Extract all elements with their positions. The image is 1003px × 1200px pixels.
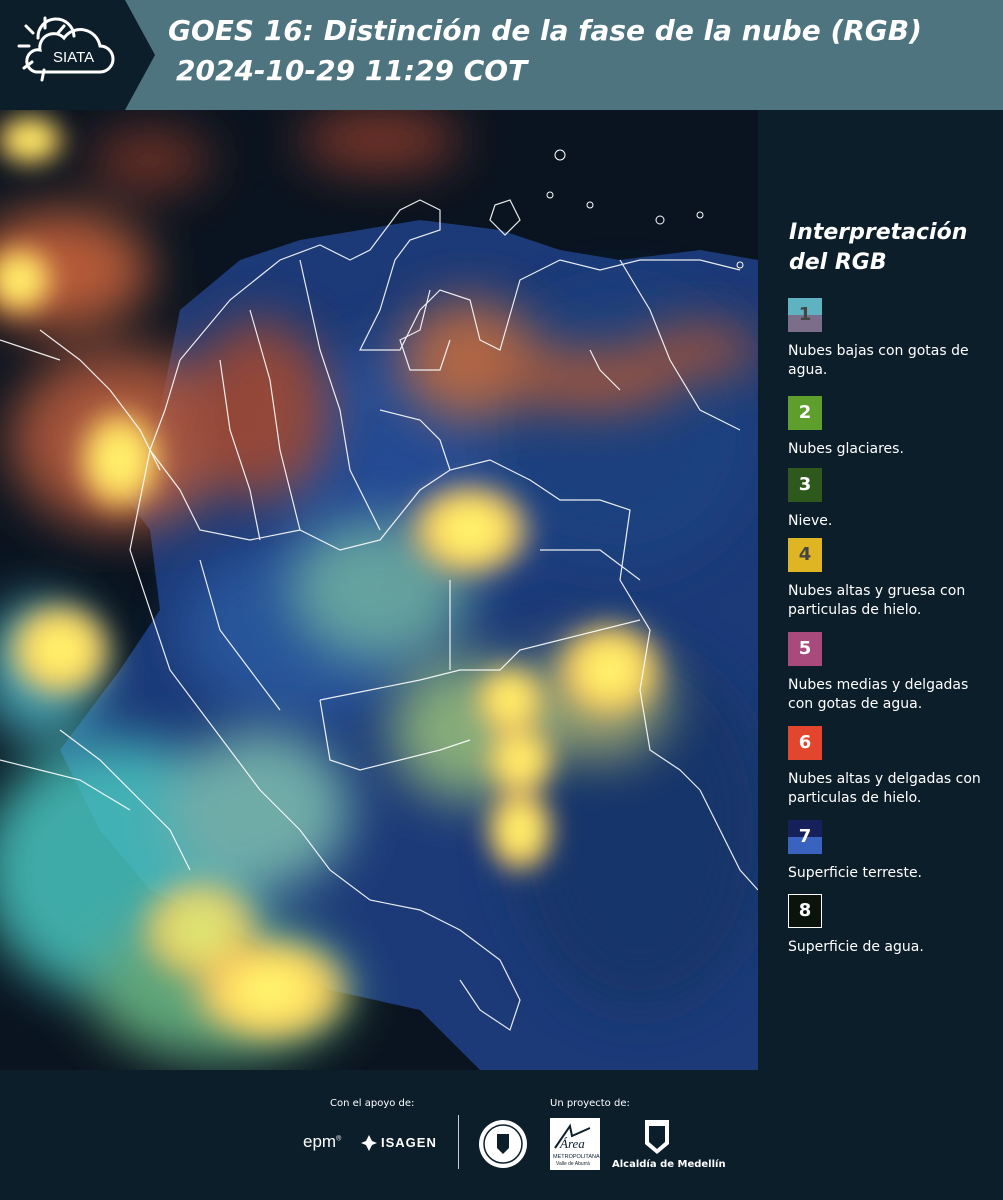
alcaldia-label: Alcaldía de Medellín	[612, 1159, 726, 1170]
header-bar: SIATA GOES 16: Distinción de la fase de …	[0, 0, 1003, 110]
seal-logo	[479, 1120, 527, 1168]
legend-item-1: 1 Nubes bajas con gotas de agua.	[788, 298, 988, 380]
legend-item-8: 8 Superficie de agua.	[788, 894, 988, 957]
legend-label-7: Superficie terreste.	[788, 865, 923, 881]
legend-item-5: 5 Nubes medias y delgadas con gotas de a…	[788, 632, 988, 714]
legend-swatch-8: 8	[788, 894, 822, 928]
legend-label-5: Nubes medias y delgadas con gotas de agu…	[788, 677, 969, 712]
legend-item-2: 2 Nubes glaciares.	[788, 396, 988, 459]
page-title: GOES 16: Distinción de la fase de la nub…	[168, 14, 922, 47]
legend-label-4: Nubes altas y gruesa con particulas de h…	[788, 583, 966, 618]
legend-swatch-3: 3	[788, 468, 822, 502]
legend-label-6: Nubes altas y delgadas con particulas de…	[788, 771, 981, 806]
legend-swatch-1: 1	[788, 298, 822, 332]
legend-swatch-4: 4	[788, 538, 822, 572]
legend-item-6: 6 Nubes altas y delgadas con particulas …	[788, 726, 988, 808]
legend-item-7: 7 Superficie terreste.	[788, 820, 988, 883]
footer: Con el apoyo de: Un proyecto de: epm® IS…	[0, 1070, 1003, 1200]
legend-title: Interpretación del RGB	[789, 218, 967, 278]
area-metropolitana-logo: Área METROPOLITANA Valle de Aburrá	[550, 1118, 600, 1170]
project-label: Un proyecto de:	[550, 1098, 630, 1109]
footer-divider	[458, 1115, 459, 1169]
legend-label-2: Nubes glaciares.	[788, 441, 904, 457]
legend-title-line2: del RGB	[789, 250, 887, 275]
legend-label-1: Nubes bajas con gotas de agua.	[788, 343, 969, 378]
page-timestamp: 2024-10-29 11:29 COT	[176, 54, 528, 87]
svg-text:Área: Área	[559, 1136, 585, 1151]
alcaldia-shield-icon	[645, 1120, 669, 1154]
legend-item-4: 4 Nubes altas y gruesa con particulas de…	[788, 538, 988, 620]
legend-label-8: Superficie de agua.	[788, 939, 924, 955]
legend-title-line1: Interpretación	[789, 220, 968, 245]
legend-swatch-5: 5	[788, 632, 822, 666]
legend-swatch-2: 2	[788, 396, 822, 430]
satellite-map	[0, 110, 758, 1070]
legend-swatch-6: 6	[788, 726, 822, 760]
isagen-logo: ISAGEN	[381, 1135, 437, 1150]
svg-text:METROPOLITANA: METROPOLITANA	[553, 1154, 600, 1160]
legend-panel: Interpretación del RGB 1 Nubes bajas con…	[758, 110, 1003, 1070]
satellite-image	[0, 110, 758, 1070]
legend-item-3: 3 Nieve.	[788, 468, 988, 531]
siata-logo: SIATA	[0, 0, 155, 110]
isagen-logo-icon	[361, 1135, 377, 1151]
epm-logo: epm®	[303, 1132, 342, 1151]
support-label: Con el apoyo de:	[330, 1098, 415, 1109]
siata-logo-text: SIATA	[53, 49, 94, 66]
legend-label-3: Nieve.	[788, 513, 833, 529]
legend-swatch-7: 7	[788, 820, 822, 854]
svg-text:Valle de Aburrá: Valle de Aburrá	[556, 1161, 590, 1167]
